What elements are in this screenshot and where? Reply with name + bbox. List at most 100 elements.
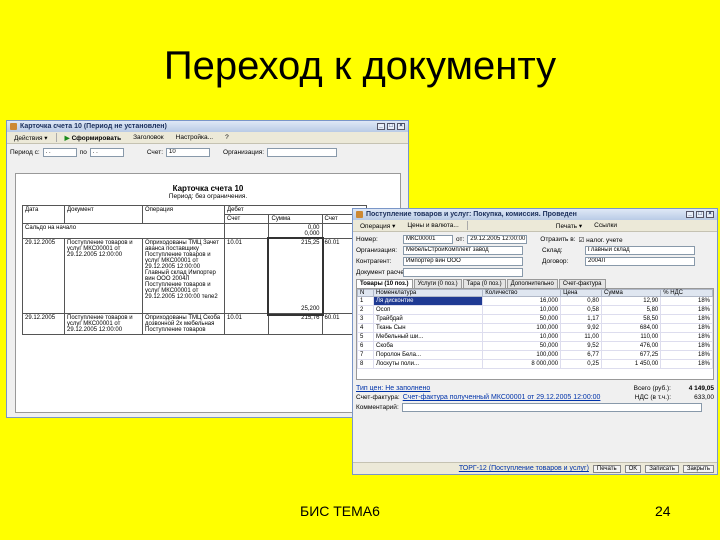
help-icon[interactable]: ? — [221, 133, 233, 142]
grid-cell[interactable]: 5 — [357, 332, 374, 342]
grid-cell[interactable]: 100,000 — [482, 323, 562, 333]
table-row[interactable]: 1 Ля дисконтие 16,000 0,80 12,90 18% — [357, 296, 713, 306]
report-sheet[interactable]: Карточка счета 10 Период: без ограничени… — [15, 173, 401, 413]
docpay-field[interactable] — [403, 268, 523, 277]
prices-button[interactable]: Цены и валюта... — [403, 221, 462, 230]
account-card-window[interactable]: Карточка счета 10 (Период не установлен)… — [6, 120, 409, 418]
grid-cell[interactable]: 1,17 — [560, 314, 602, 324]
grid-cell[interactable]: 11,00 — [560, 332, 602, 342]
col-sum[interactable]: Сумма — [600, 289, 662, 297]
period-from-field[interactable]: . . — [42, 148, 77, 157]
tab-additional[interactable]: Дополнительно — [506, 279, 558, 288]
header-button[interactable]: Заголовок — [129, 133, 168, 142]
table-row[interactable]: 29.12.2005 Поступление товаров и услуг М… — [22, 236, 367, 316]
contract-field[interactable]: 2004Л — [585, 257, 695, 266]
goods-grid[interactable]: N Номенклатура Количество Цена Сумма % Н… — [356, 288, 714, 380]
grid-cell[interactable]: Лоскуты поли... — [372, 359, 484, 369]
grid-cell[interactable]: 10,000 — [482, 332, 562, 342]
grid-cell[interactable]: 18% — [660, 341, 713, 351]
grid-cell[interactable]: 0,58 — [560, 305, 602, 315]
table-row[interactable]: 4 Ткань Сын 100,000 9,92 684,00 18% — [357, 323, 713, 333]
grid-cell[interactable]: Поролон Бела... — [372, 350, 484, 360]
grid-cell[interactable]: 100,000 — [482, 350, 562, 360]
comment-field[interactable] — [401, 403, 702, 412]
org-field[interactable]: МебельСтройКомплект завод — [403, 246, 523, 255]
row-document[interactable]: Поступление товаров и услуг МКС00001 от … — [64, 238, 143, 314]
grid-cell[interactable]: 4 — [357, 323, 374, 333]
grid-cell[interactable]: 684,00 — [600, 323, 662, 333]
price-type-link[interactable]: Тип цен: Не заполнено — [356, 385, 430, 392]
grid-cell[interactable]: 6,77 — [560, 350, 602, 360]
grid-cell[interactable]: 10,000 — [482, 305, 562, 315]
goods-receipt-window[interactable]: Поступление товаров и услуг: Покупка, ко… — [352, 208, 718, 475]
tab-services[interactable]: Услуги (0 поз.) — [413, 279, 462, 288]
row-sum[interactable]: 215,25 25,200 — [266, 236, 325, 316]
counterparty-field[interactable]: Импортер вин ООО — [403, 257, 523, 266]
table-row[interactable]: 29.12.2005 Поступление товаров и услуг М… — [22, 313, 367, 335]
period-to-field[interactable]: . . — [89, 148, 124, 157]
row-sum[interactable]: 215,76 — [268, 313, 323, 335]
warehouse-field[interactable]: Главный склад — [585, 246, 695, 255]
grid-cell[interactable]: 2 — [357, 305, 374, 315]
grid-cell[interactable]: 18% — [660, 296, 713, 306]
grid-cell[interactable]: 0,25 — [560, 359, 602, 369]
grid-cell[interactable]: 18% — [660, 359, 713, 369]
number-field[interactable]: МКС00001 — [403, 235, 453, 244]
table-row[interactable]: 2 Осоп 10,000 0,58 5,80 18% — [357, 305, 713, 315]
maximize-icon[interactable]: □ — [387, 123, 395, 130]
generate-button[interactable]: Сформировать — [61, 133, 126, 143]
invoice-link[interactable]: Счет-фактура полученный МКС00001 от 29.1… — [403, 394, 601, 401]
grid-cell[interactable]: 18% — [660, 314, 713, 324]
tab-containers[interactable]: Тара (0 поз.) — [462, 279, 506, 288]
table-row[interactable]: 5 Мебельный ши... 10,000 11,00 110,00 18% — [357, 332, 713, 342]
goods-receipt-titlebar[interactable]: Поступление товаров и услуг: Покупка, ко… — [353, 209, 717, 220]
grid-cell[interactable]: Ля дисконтие — [372, 296, 484, 306]
org-field[interactable] — [267, 148, 338, 157]
grid-cell[interactable]: Трайбдай — [372, 314, 484, 324]
grid-cell[interactable]: 18% — [660, 305, 713, 315]
table-row[interactable]: 6 Скоба 50,000 9,52 476,00 18% — [357, 341, 713, 351]
grid-cell[interactable]: 9,92 — [560, 323, 602, 333]
tab-invoice[interactable]: Счет-фактура — [558, 279, 606, 288]
grid-cell[interactable]: Скоба — [372, 341, 484, 351]
grid-cell[interactable]: 0,80 — [560, 296, 602, 306]
grid-cell[interactable]: 9,52 — [560, 341, 602, 351]
grid-cell[interactable]: 16,000 — [482, 296, 562, 306]
print-menu[interactable]: Печать ▾ — [552, 221, 586, 231]
tab-goods[interactable]: Товары (10 поз.) — [356, 279, 413, 288]
save-button[interactable]: Записать — [645, 464, 679, 473]
col-n[interactable]: N — [357, 289, 374, 297]
settings-button[interactable]: Настройка... — [172, 133, 217, 142]
minimize-icon[interactable]: _ — [686, 211, 694, 218]
ok-button[interactable]: OK — [624, 464, 642, 473]
grid-cell[interactable]: 18% — [660, 332, 713, 342]
grid-cell[interactable]: 58,50 — [600, 314, 662, 324]
grid-cell[interactable]: 6 — [357, 341, 374, 351]
operation-menu[interactable]: Операция ▾ — [356, 221, 399, 231]
actions-menu[interactable]: Действия ▾ — [10, 133, 52, 143]
grid-cell[interactable]: 18% — [660, 350, 713, 360]
grid-cell[interactable]: 12,90 — [600, 296, 662, 306]
grid-cell[interactable]: 7 — [357, 350, 374, 360]
grid-cell[interactable]: 3 — [357, 314, 374, 324]
grid-cell[interactable]: 1 — [357, 296, 374, 306]
col-price[interactable]: Цена — [560, 289, 602, 297]
table-row[interactable]: 3 Трайбдай 50,000 1,17 58,50 18% — [357, 314, 713, 324]
close-icon[interactable]: × — [706, 211, 714, 218]
grid-cell[interactable]: 50,000 — [482, 341, 562, 351]
maximize-icon[interactable]: □ — [696, 211, 704, 218]
grid-cell[interactable]: 50,000 — [482, 314, 562, 324]
grid-cell[interactable]: 5,80 — [600, 305, 662, 315]
torg-link[interactable]: ТОРГ-12 (Поступление товаров и услуг) — [459, 465, 589, 472]
date-field[interactable]: 29.12.2005 12:00:00 — [467, 235, 528, 244]
account-card-titlebar[interactable]: Карточка счета 10 (Период не установлен)… — [7, 121, 408, 132]
grid-cell[interactable]: 677,25 — [600, 350, 662, 360]
grid-cell[interactable]: Осоп — [372, 305, 484, 315]
close-button[interactable]: Закрыть — [682, 464, 714, 473]
close-icon[interactable]: × — [397, 123, 405, 130]
grid-cell[interactable]: 1 450,00 — [600, 359, 662, 369]
links-button[interactable]: Ссылки — [590, 221, 621, 230]
row-document[interactable]: Поступление товаров и услуг МКС00001 от … — [64, 313, 143, 335]
grid-cell[interactable]: Ткань Сын — [372, 323, 484, 333]
print-button[interactable]: Печать — [592, 464, 621, 473]
